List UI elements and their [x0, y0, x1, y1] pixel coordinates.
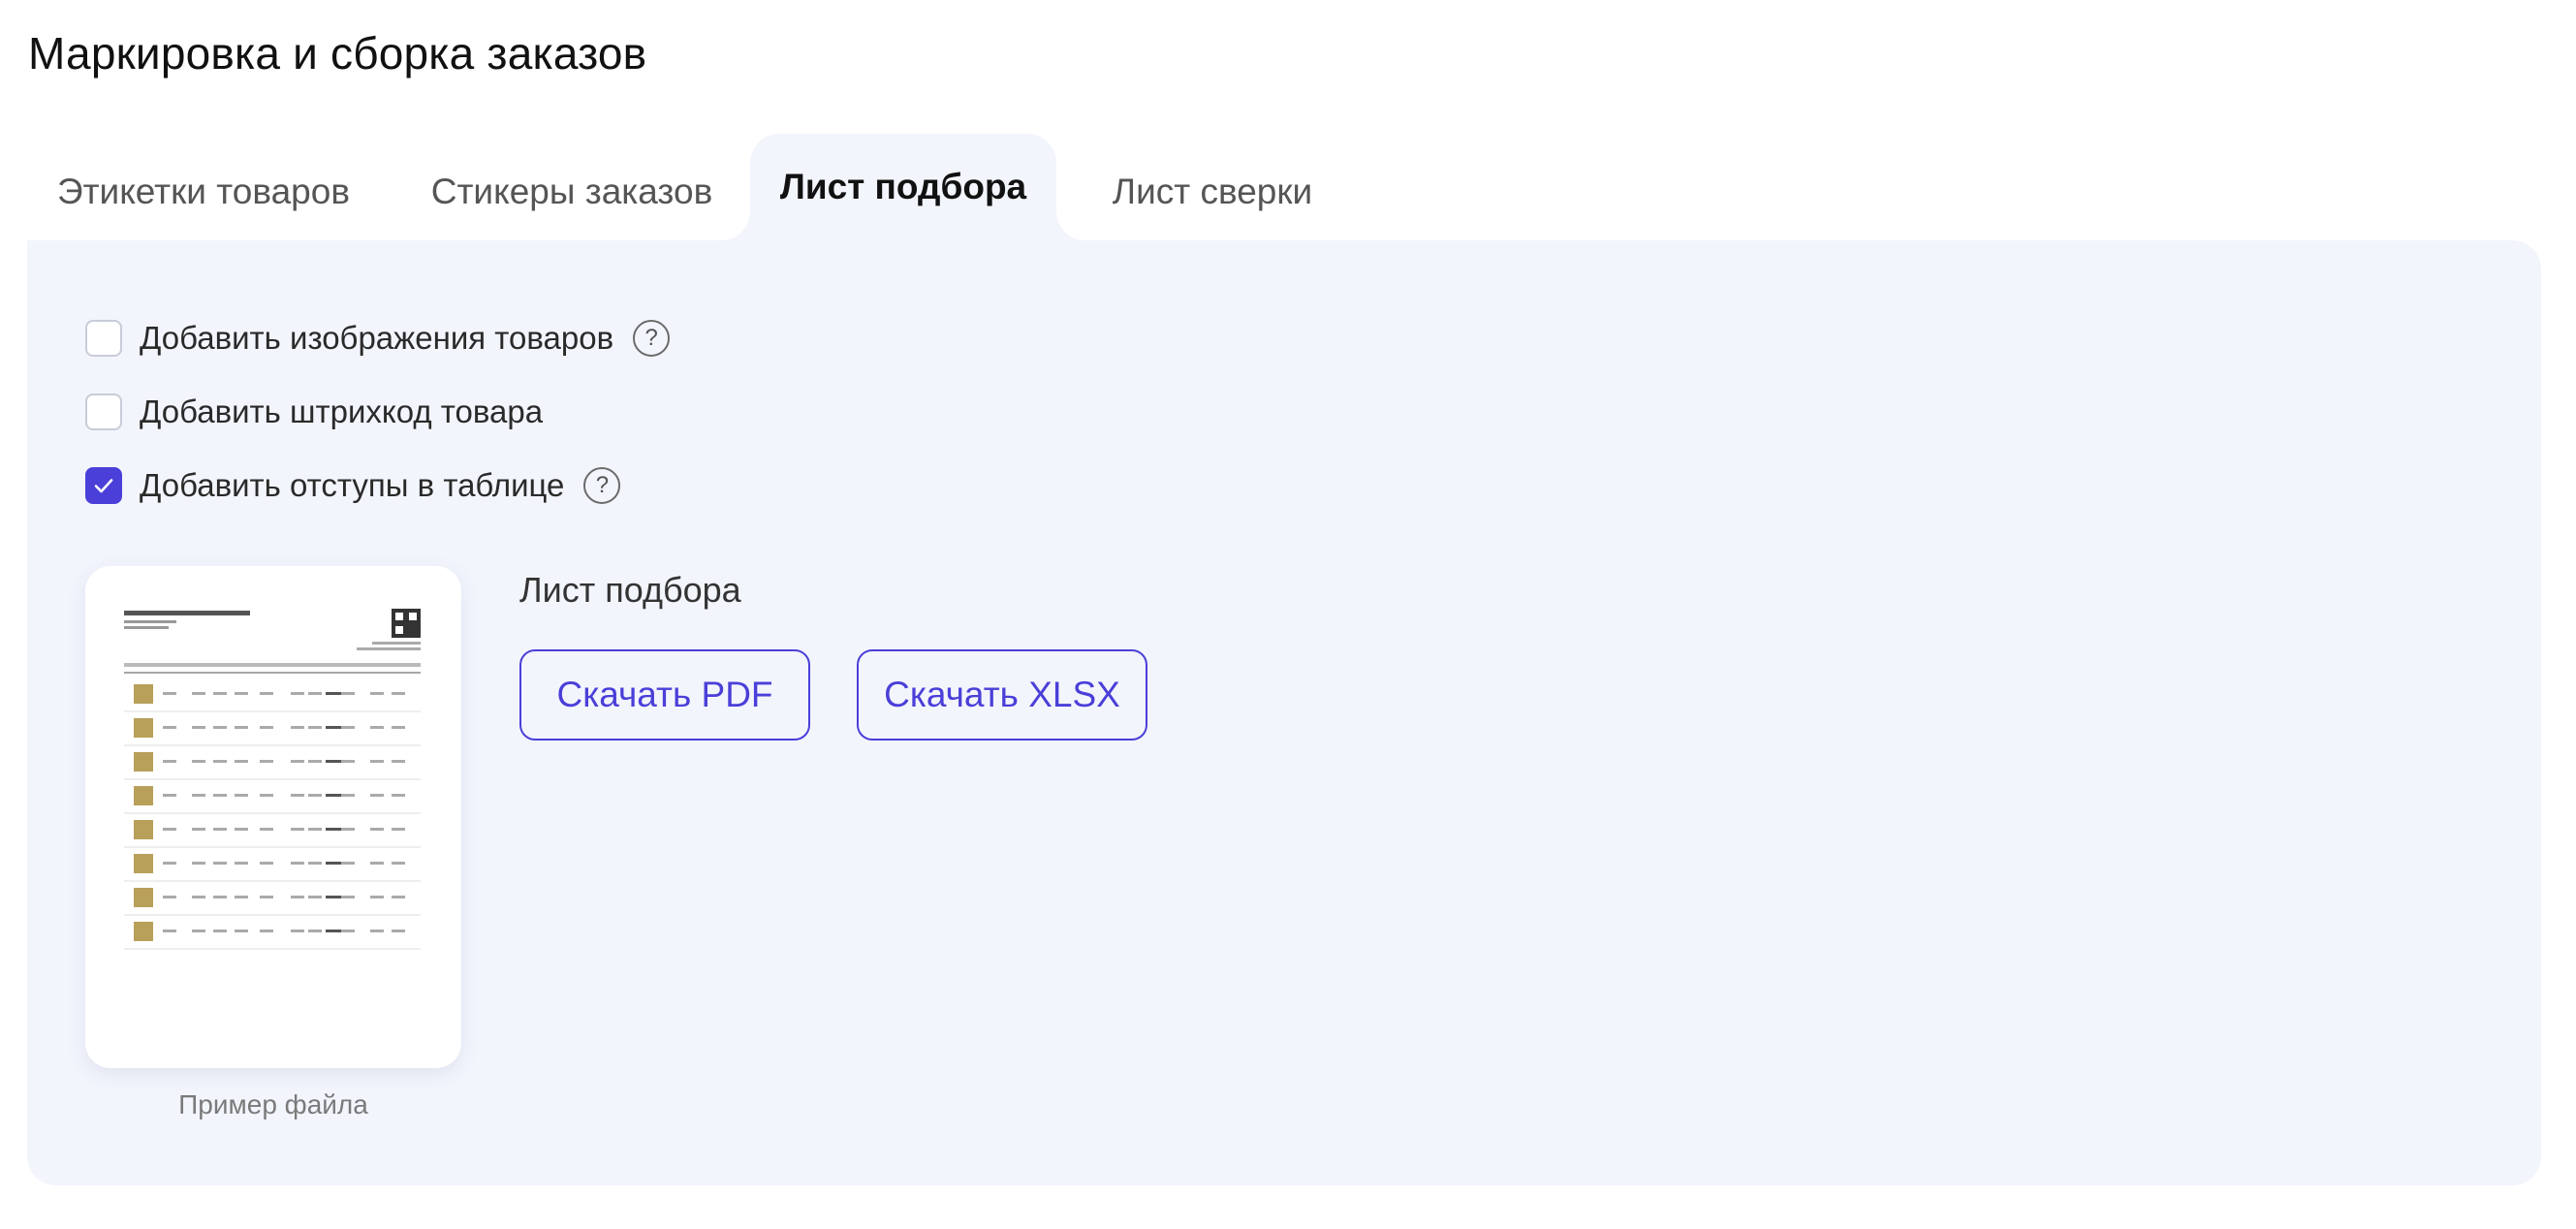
thumbnail-row [124, 752, 421, 780]
question-circle-icon[interactable]: ? [583, 467, 621, 504]
tab-order-stickers[interactable]: Стикеры заказов [407, 143, 737, 240]
table-padding-checkbox[interactable] [85, 467, 122, 504]
product-barcode-checkbox[interactable] [85, 394, 122, 430]
preview-caption: Пример файла [178, 1089, 368, 1119]
option-label: Добавить изображения товаров [140, 320, 614, 356]
document-thumbnail [124, 609, 421, 950]
options-list: Добавить изображения товаров ? Добавить … [85, 316, 671, 537]
thumbnail-row [124, 854, 421, 882]
tab-reconciliation-list[interactable]: Лист сверки [1091, 143, 1334, 240]
checkmark-icon [94, 479, 113, 493]
option-product-barcode: Добавить штрихкод товара [85, 390, 670, 434]
product-images-checkbox[interactable] [85, 320, 122, 357]
thumbnail-row [124, 718, 421, 746]
page-title: Маркировка и сборка заказов [28, 28, 647, 79]
tab-picking-list[interactable]: Лист подбора [750, 134, 1056, 240]
tab-product-labels[interactable]: Этикетки товаров [39, 143, 368, 240]
option-table-padding: Добавить отступы в таблице ? [85, 463, 670, 508]
thumbnail-row [124, 786, 421, 814]
option-label: Добавить штрихкод товара [140, 394, 544, 429]
download-xlsx-button[interactable]: Скачать XLSX [857, 649, 1147, 741]
thumbnail-row [124, 888, 421, 916]
thumbnail-row [124, 922, 421, 950]
question-circle-icon[interactable]: ? [633, 320, 671, 357]
tab-bar: Этикетки товаров Стикеры заказов Лист по… [27, 134, 2547, 240]
thumbnail-row [124, 684, 421, 712]
option-product-images: Добавить изображения товаров ? [85, 316, 671, 361]
picking-list-panel: Добавить изображения товаров ? Добавить … [27, 240, 2541, 1185]
download-pdf-button[interactable]: Скачать PDF [519, 649, 810, 741]
sample-file-preview[interactable] [85, 566, 461, 1068]
thumbnail-row [124, 820, 421, 848]
option-label: Добавить отступы в таблице [140, 467, 565, 503]
section-title: Лист подбора [519, 570, 741, 610]
